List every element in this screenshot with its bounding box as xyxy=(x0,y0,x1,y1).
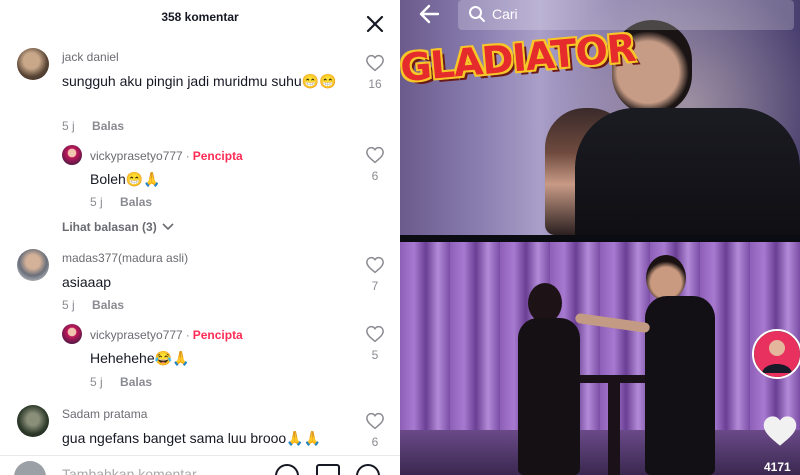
comment-item: jack daniel sungguh aku pingin jadi muri… xyxy=(0,46,400,141)
view-replies-button[interactable]: Lihat balasan (3) xyxy=(62,220,174,234)
search-input[interactable]: Cari xyxy=(492,6,518,22)
creator-avatar[interactable] xyxy=(62,324,82,344)
person-man-head-2 xyxy=(646,255,686,301)
comment-like-button[interactable]: 5 xyxy=(362,325,388,362)
avatar[interactable] xyxy=(17,405,49,437)
table-top xyxy=(580,375,650,383)
video-player[interactable]: GLADIATOR Cari 4171 xyxy=(400,0,800,475)
comment-text: Boleh😁🙏 xyxy=(90,171,161,187)
comment-time: 5 j xyxy=(62,298,75,312)
comment-reply-item: vickyprasetyo777 · Pencipta Hehehehe😂🙏 5 j… xyxy=(0,323,400,393)
comment-input-bar: Tambahkan komentar... xyxy=(0,455,400,475)
comment-time: 5 j xyxy=(90,195,103,209)
comments-count-title: 358 komentar xyxy=(161,10,239,24)
comment-text: sungguh aku pingin jadi muridmu suhu😁😁 xyxy=(62,73,337,89)
person-woman-head xyxy=(528,283,562,323)
comment-text: gua ngefans banget sama luu brooo🙏🙏 xyxy=(62,430,322,446)
like-count: 6 xyxy=(371,169,379,183)
comment-item: Sadam pratama gua ngefans banget sama lu… xyxy=(0,403,400,455)
heart-filled-icon xyxy=(763,416,797,446)
heart-outline-icon xyxy=(366,54,384,72)
back-arrow-icon[interactable] xyxy=(418,2,442,26)
stage-floor xyxy=(400,430,800,475)
comment-like-button[interactable]: 6 xyxy=(362,146,388,183)
person-woman-body xyxy=(518,318,580,475)
creator-profile-avatar[interactable] xyxy=(752,329,800,379)
like-count: 6 xyxy=(371,435,379,449)
heart-outline-icon xyxy=(366,146,384,164)
chevron-down-icon xyxy=(162,223,174,231)
avatar[interactable] xyxy=(17,249,49,281)
emoji-icon[interactable] xyxy=(356,464,380,475)
heart-outline-icon xyxy=(366,412,384,430)
separator-dot: · xyxy=(185,149,190,163)
reply-button[interactable]: Balas xyxy=(92,298,124,312)
heart-outline-icon xyxy=(366,256,384,274)
comment-reply-item: vickyprasetyo777 · Pencipta Boleh😁🙏 5 j Ba… xyxy=(0,144,400,214)
reply-button[interactable]: Balas xyxy=(92,119,124,133)
creator-avatar[interactable] xyxy=(62,145,82,165)
comment-like-button[interactable]: 6 xyxy=(362,412,388,449)
reply-button[interactable]: Balas xyxy=(120,375,152,389)
comment-username[interactable]: Sadam pratama xyxy=(62,407,147,421)
comment-username[interactable]: vickyprasetyo777 xyxy=(90,328,183,342)
comments-header: 358 komentar xyxy=(0,0,400,36)
view-replies-label: Lihat balasan (3) xyxy=(62,220,157,234)
creator-badge: Pencipta xyxy=(192,328,243,342)
comment-input[interactable]: Tambahkan komentar... xyxy=(62,466,208,475)
table-leg xyxy=(608,383,620,475)
close-icon[interactable] xyxy=(364,13,386,35)
person-man-body xyxy=(575,108,800,235)
comment-item: madas377(madura asli) asiaaap 5 j Balas … xyxy=(0,247,400,317)
video-like-count: 4171 xyxy=(764,460,791,474)
comment-username[interactable]: jack daniel xyxy=(62,50,119,64)
heart-outline-icon xyxy=(366,325,384,343)
reply-button[interactable]: Balas xyxy=(120,195,152,209)
comment-username[interactable]: vickyprasetyo777 xyxy=(90,149,183,163)
separator-dot: · xyxy=(185,328,190,342)
search-icon xyxy=(469,6,485,22)
like-count: 7 xyxy=(371,279,379,293)
comment-like-button[interactable]: 7 xyxy=(362,256,388,293)
like-count: 16 xyxy=(368,77,382,91)
comment-text: asiaaap xyxy=(62,274,112,290)
person-man-body-2 xyxy=(645,296,715,475)
comment-username[interactable]: madas377(madura asli) xyxy=(62,251,188,265)
avatar[interactable] xyxy=(17,48,49,80)
video-like-button[interactable] xyxy=(760,414,800,453)
scene-divider xyxy=(400,235,800,242)
search-bar[interactable]: Cari xyxy=(458,0,794,30)
my-avatar xyxy=(14,461,46,475)
comment-like-button[interactable]: 16 xyxy=(362,54,388,91)
gift-icon[interactable] xyxy=(316,464,340,475)
comment-time: 5 j xyxy=(62,119,75,133)
comment-time: 5 j xyxy=(90,375,103,389)
like-count: 5 xyxy=(371,348,379,362)
mention-icon[interactable] xyxy=(275,464,299,475)
creator-badge: Pencipta xyxy=(192,149,243,163)
comment-text: Hehehehe😂🙏 xyxy=(90,350,190,366)
comments-panel: 358 komentar jack daniel sungguh aku pin… xyxy=(0,0,400,475)
